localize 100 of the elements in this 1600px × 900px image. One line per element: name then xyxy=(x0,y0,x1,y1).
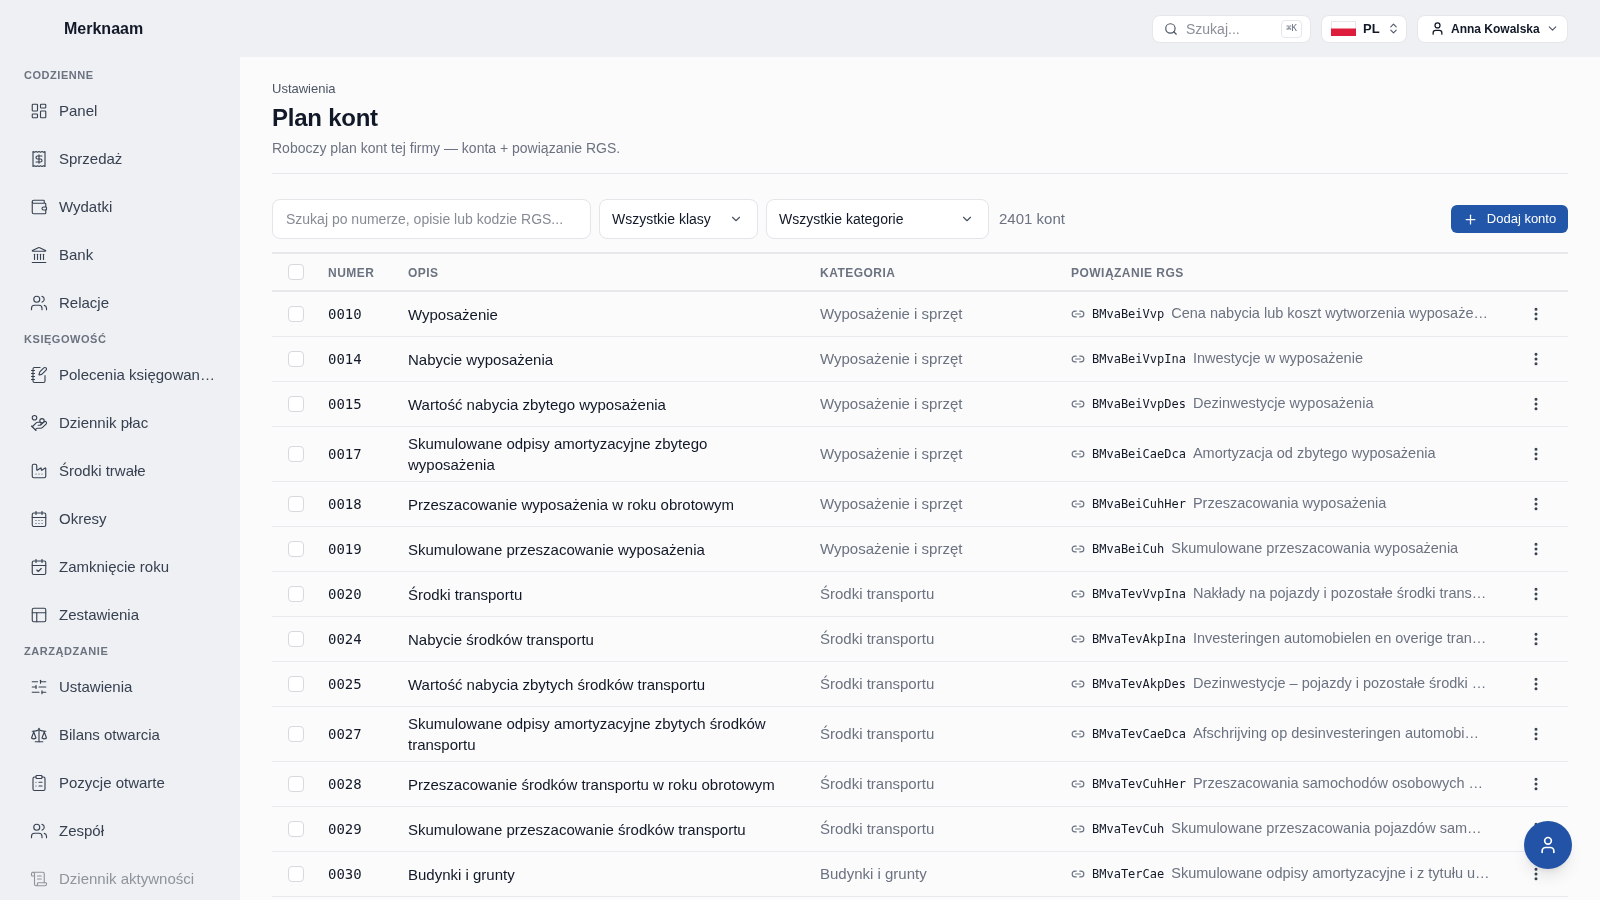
account-category: Budynki i grunty xyxy=(820,865,927,882)
sidebar-item[interactable]: Ustawienia xyxy=(24,663,216,711)
checkbox[interactable] xyxy=(288,306,304,322)
sidebar-item[interactable]: Polecenia księgowan… xyxy=(24,351,216,399)
checkbox[interactable] xyxy=(288,351,304,367)
dashboard-icon xyxy=(30,102,48,120)
rgs-description: Skumulowane odpisy amortyzacyjne i z tytułu u… xyxy=(1171,864,1490,884)
wallet-icon xyxy=(30,198,48,216)
account-description: Wyposażenie xyxy=(408,304,498,325)
account-number: 0017 xyxy=(328,446,362,462)
search-field[interactable]: Szukaj po numerze, opisie lub kodzie RGS... xyxy=(272,199,591,239)
rgs-code: BMvaBeiCaeDca xyxy=(1092,446,1186,463)
user-menu-button[interactable]: Anna Kowalska xyxy=(1417,14,1568,43)
clipboard-list-icon xyxy=(30,774,48,792)
rgs-description: Przeszacowania wyposażenia xyxy=(1192,494,1387,514)
account-number: 0030 xyxy=(328,866,362,882)
rgs-code: BMvaBeiVvp xyxy=(1092,306,1165,323)
checkbox[interactable] xyxy=(288,676,304,692)
language-select[interactable]: PL xyxy=(1321,14,1407,43)
rgs-description: Cena nabycia lub koszt wytworzenia wyposaże… xyxy=(1171,304,1488,324)
table-layout-icon xyxy=(30,606,48,624)
rgs-description: Inwestycje w wyposażenie xyxy=(1192,349,1363,369)
receipt-icon xyxy=(30,150,48,168)
checkbox[interactable] xyxy=(288,631,304,647)
account-number: 0029 xyxy=(328,821,362,837)
account-description: Wartość nabycia zbytych środków transportu xyxy=(408,674,706,695)
link-icon xyxy=(1071,352,1085,366)
sidebar-item[interactable]: Zespół xyxy=(24,807,216,855)
rgs-code: BMvaTevVvpIna xyxy=(1092,586,1186,603)
checkbox[interactable] xyxy=(288,541,304,557)
link-icon xyxy=(1071,632,1085,646)
category-select[interactable]: Wszystkie kategorie xyxy=(766,199,989,239)
breadcrumb: Ustawienia xyxy=(272,81,336,96)
bank-building-icon xyxy=(30,246,48,264)
page-title: Plan kont xyxy=(272,103,378,133)
scale-icon xyxy=(30,726,48,744)
checkbox[interactable] xyxy=(288,496,304,512)
sidebar-item[interactable]: Pozycje otwarte xyxy=(24,759,216,807)
link-icon xyxy=(1071,867,1085,881)
rgs-description: Skumulowane przeszacowania wyposażenia xyxy=(1171,539,1459,559)
link-icon xyxy=(1071,677,1085,691)
account-category: Środki transportu xyxy=(820,585,935,602)
sidebar-item[interactable]: Zestawienia xyxy=(24,591,216,639)
sidebar-item[interactable]: Środki trwałe xyxy=(24,447,216,495)
account-description: Przeszacowanie wyposażenia w roku obrotowym xyxy=(408,494,734,515)
column-header: POWIĄZANIE RGS xyxy=(1071,266,1184,280)
sidebar-item[interactable]: Wydatki xyxy=(24,183,216,231)
flag-icon xyxy=(1331,21,1356,36)
account-category: Środki transportu xyxy=(820,725,935,742)
rgs-code: BMvaBeiCuh xyxy=(1092,541,1165,558)
account-category: Wyposażenie i sprzęt xyxy=(820,445,963,462)
checkbox[interactable] xyxy=(288,264,304,280)
class-select[interactable]: Wszystkie klasy xyxy=(599,199,758,239)
account-category: Środki transportu xyxy=(820,775,935,792)
checkbox[interactable] xyxy=(288,726,304,742)
checkbox[interactable] xyxy=(288,446,304,462)
account-number: 0019 xyxy=(328,541,362,557)
link-icon xyxy=(1071,822,1085,836)
account-description: Skumulowane odpisy amortyzacyjne zbytych środków transportu xyxy=(408,714,767,755)
sidebar-item[interactable]: Bank xyxy=(24,231,216,279)
rgs-description: Nakłady na pojazdy i pozostałe środki trans… xyxy=(1192,584,1487,604)
user-icon xyxy=(1538,835,1558,855)
account-category: Środki transportu xyxy=(820,675,935,692)
account-category: Wyposażenie i sprzęt xyxy=(820,350,963,367)
account-number: 0028 xyxy=(328,776,362,792)
sidebar-item[interactable]: Zamknięcie roku xyxy=(24,543,216,591)
calendar-check-icon xyxy=(30,558,48,576)
checkbox[interactable] xyxy=(288,776,304,792)
account-description: Skumulowane odpisy amortyzacyjne zbytego wyposażenia xyxy=(408,434,709,475)
account-category: Wyposażenie i sprzęt xyxy=(820,305,963,322)
link-icon xyxy=(1071,447,1085,461)
plus-icon xyxy=(1462,211,1478,227)
rgs-description: Afschrijving op desinvesteringen automobi… xyxy=(1192,724,1480,744)
sidebar-item[interactable]: Relacje xyxy=(24,279,216,327)
hand-coins-icon xyxy=(30,414,48,432)
sidebar-item[interactable]: Dziennik płac xyxy=(24,399,216,447)
checkbox[interactable] xyxy=(288,586,304,602)
checkbox[interactable] xyxy=(288,396,304,412)
account-number: 0010 xyxy=(328,306,362,322)
checkbox[interactable] xyxy=(288,821,304,837)
checkbox[interactable] xyxy=(288,866,304,882)
sidebar-item[interactable]: Bilans otwarcia xyxy=(24,711,216,759)
rgs-code: BMvaTevAkpDes xyxy=(1092,676,1186,693)
link-icon xyxy=(1071,397,1085,411)
link-icon xyxy=(1071,497,1085,511)
rgs-description: Przeszacowania samochodów osobowych … xyxy=(1192,774,1484,794)
rgs-code: BMvaBeiVvpIna xyxy=(1092,351,1186,368)
account-description: Budynki i grunty xyxy=(408,864,515,885)
sidebar-item[interactable]: Okresy xyxy=(24,495,216,543)
link-icon xyxy=(1071,307,1085,321)
column-header: KATEGORIA xyxy=(820,266,896,280)
scroll-icon xyxy=(30,870,48,888)
search-icon xyxy=(1164,21,1178,36)
link-icon xyxy=(1071,587,1085,601)
account-description: Nabycie środków transportu xyxy=(408,629,594,650)
sidebar-item[interactable]: Panel xyxy=(24,87,216,135)
sidebar-item[interactable]: Sprzedaż xyxy=(24,135,216,183)
add-account-button[interactable]: Dodaj konto xyxy=(1451,205,1568,233)
sidebar-section-title: ZARZĄDZANIE xyxy=(24,643,109,659)
account-description: Wartość nabycia zbytego wyposażenia xyxy=(408,394,666,415)
